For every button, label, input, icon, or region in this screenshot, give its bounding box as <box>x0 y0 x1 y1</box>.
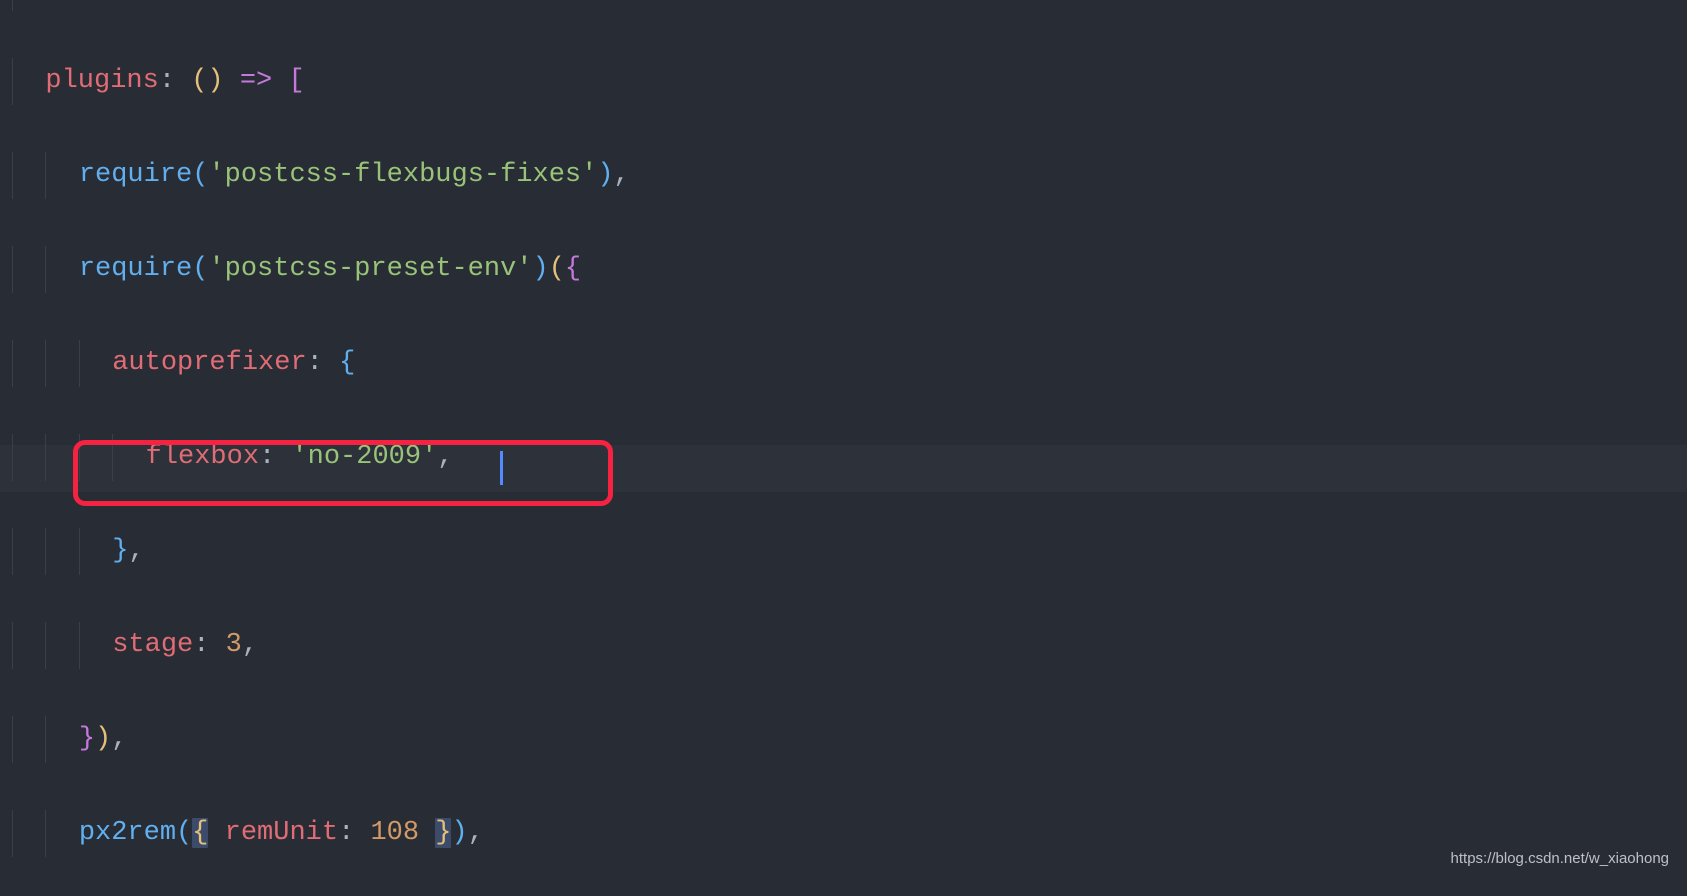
code-line[interactable]: require('postcss-flexbugs-fixes'), <box>12 152 1343 199</box>
code-line[interactable]: px2rem({ remUnit: 108 }), <box>12 810 1343 857</box>
str-postcss: 'postcss' <box>159 0 305 2</box>
code-line[interactable]: }, <box>12 528 1343 575</box>
str-preset-env: 'postcss-preset-env' <box>208 254 532 284</box>
code-line[interactable]: require('postcss-preset-env')({ <box>12 246 1343 293</box>
fn-require: require <box>79 254 192 284</box>
code-line[interactable]: ident: 'postcss', <box>12 0 1343 11</box>
str-flexbugs: 'postcss-flexbugs-fixes' <box>208 160 597 190</box>
watermark-text: https://blog.csdn.net/w_xiaohong <box>1451 835 1669 882</box>
code-line[interactable]: }), <box>12 716 1343 763</box>
prop-ident: ident <box>45 0 126 2</box>
num-3: 3 <box>226 630 242 660</box>
prop-plugins: plugins <box>45 66 158 96</box>
str-no2009: 'no-2009' <box>291 442 437 472</box>
text-caret <box>500 451 503 485</box>
code-block[interactable]: ident: 'postcss', plugins: () => [ requi… <box>12 0 1343 896</box>
fn-require: require <box>79 160 192 190</box>
fn-px2rem: px2rem <box>79 818 176 848</box>
code-line[interactable]: flexbox: 'no-2009', <box>12 434 1343 481</box>
prop-remunit: remUnit <box>225 818 338 848</box>
num-108: 108 <box>370 818 419 848</box>
code-editor[interactable]: ident: 'postcss', plugins: () => [ requi… <box>0 0 1687 896</box>
code-line[interactable]: plugins: () => [ <box>12 58 1343 105</box>
code-line[interactable]: stage: 3, <box>12 622 1343 669</box>
prop-stage: stage <box>112 630 193 660</box>
code-line[interactable]: autoprefixer: { <box>12 340 1343 387</box>
prop-flexbox: flexbox <box>146 442 259 472</box>
prop-autoprefixer: autoprefixer <box>112 348 306 378</box>
